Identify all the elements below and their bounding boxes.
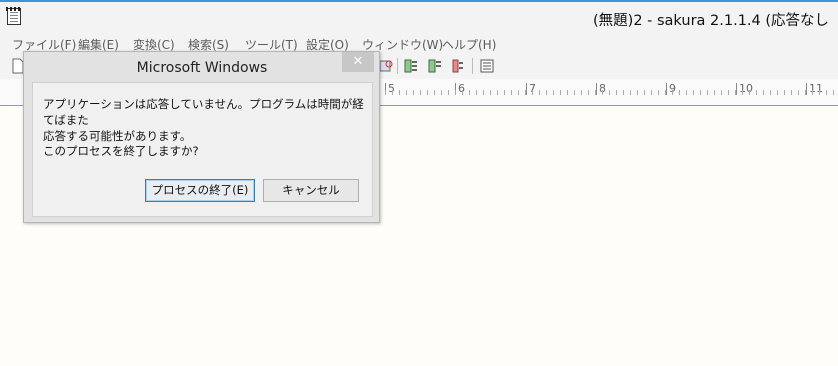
ruler-minor-tick [609, 90, 610, 95]
ruler-minor-tick [469, 90, 470, 95]
ruler-minor-tick [546, 90, 547, 95]
ruler-minor-tick [602, 90, 603, 95]
ruler-minor-tick [588, 90, 589, 95]
ruler-minor-tick [798, 90, 799, 95]
dialog-body: アプリケーションは応答していません。プログラムは時間が経てばまた 応答する可能性… [32, 82, 373, 217]
dialog-title: Microsoft Windows [136, 60, 268, 76]
ruler-minor-tick [791, 90, 792, 95]
ruler-minor-tick [700, 90, 701, 95]
ruler-minor-tick [714, 90, 715, 95]
ruler-minor-tick [455, 90, 456, 95]
ruler-minor-tick [721, 90, 722, 95]
ruler-minor-tick [539, 90, 540, 95]
ruler-minor-tick [756, 90, 757, 95]
ruler-tick [806, 83, 807, 95]
ruler-minor-tick [462, 90, 463, 95]
compare-icon[interactable] [427, 58, 443, 74]
ruler-minor-tick [644, 90, 645, 95]
ruler-minor-tick [553, 90, 554, 95]
ruler-minor-tick [665, 90, 666, 95]
end-process-button[interactable]: プロセスの終了(E) [145, 179, 255, 202]
ruler-minor-tick [833, 90, 834, 95]
ruler-minor-tick [434, 90, 435, 95]
ruler-minor-tick [560, 90, 561, 95]
ruler-minor-tick [623, 90, 624, 95]
ruler-minor-tick [749, 90, 750, 95]
ruler-minor-tick [735, 90, 736, 95]
tag-jump-icon[interactable] [450, 58, 466, 74]
outline-icon[interactable] [403, 58, 419, 74]
ruler-minor-tick [651, 90, 652, 95]
ruler-minor-tick [483, 90, 484, 95]
ruler-minor-tick [532, 90, 533, 95]
ruler-minor-tick [728, 90, 729, 95]
toolbar-separator [472, 58, 473, 74]
title-bar[interactable]: (無題)2 - sakura 2.1.1.4 (応答なし [0, 2, 838, 34]
ruler-minor-tick [595, 90, 596, 95]
ruler-minor-tick [574, 90, 575, 95]
ruler-minor-tick [777, 90, 778, 95]
ruler-minor-tick [518, 90, 519, 95]
dialog-question: このプロセスを終了しますか? [43, 144, 199, 158]
menu-help[interactable]: ヘルプ(H) [442, 36, 496, 53]
ruler-minor-tick [525, 90, 526, 95]
ruler-minor-tick [784, 90, 785, 95]
ruler-minor-tick [385, 90, 386, 95]
ruler-minor-tick [693, 90, 694, 95]
ruler-minor-tick [819, 90, 820, 95]
ruler-tick [526, 83, 527, 95]
ruler-minor-tick [567, 90, 568, 95]
ruler-minor-tick [476, 90, 477, 95]
ruler-minor-tick [420, 90, 421, 95]
ruler-minor-tick [504, 90, 505, 95]
ruler-minor-tick [742, 90, 743, 95]
not-responding-dialog: Microsoft Windows ✕ アプリケーションは応答していません。プロ… [23, 51, 380, 223]
ruler-minor-tick [581, 90, 582, 95]
notepad-icon[interactable] [6, 7, 22, 25]
ruler-minor-tick [658, 90, 659, 95]
ruler-minor-tick [399, 90, 400, 95]
ruler-tick [666, 83, 667, 95]
close-icon: ✕ [352, 54, 364, 69]
window-title: (無題)2 - sakura 2.1.1.4 (応答なし [593, 13, 830, 29]
ruler-minor-tick [812, 90, 813, 95]
ruler-minor-tick [763, 90, 764, 95]
ruler-minor-tick [679, 90, 680, 95]
ruler-minor-tick [490, 90, 491, 95]
ruler-minor-tick [616, 90, 617, 95]
cancel-button[interactable]: キャンセル [263, 179, 359, 202]
ruler-minor-tick [672, 90, 673, 95]
ruler-minor-tick [637, 90, 638, 95]
ruler-minor-tick [406, 90, 407, 95]
ruler-minor-tick [413, 90, 414, 95]
dialog-message: アプリケーションは応答していません。プログラムは時間が経てばまた 応答する可能性… [43, 96, 373, 144]
ruler-minor-tick [427, 90, 428, 95]
window-list-icon[interactable] [479, 58, 495, 74]
ruler-minor-tick [448, 90, 449, 95]
ruler-minor-tick [770, 90, 771, 95]
grep-icon[interactable] [378, 58, 394, 74]
ruler-tick [596, 83, 597, 95]
ruler-minor-tick [392, 90, 393, 95]
toolbar-separator [397, 58, 398, 74]
ruler-minor-tick [511, 90, 512, 95]
dialog-message-line: アプリケーションは応答していません。プログラムは時間が経てばまた [43, 97, 364, 127]
ruler-tick [736, 83, 737, 95]
dialog-message-line: 応答する可能性があります。 [43, 129, 192, 143]
ruler-minor-tick [826, 90, 827, 95]
ruler-minor-tick [707, 90, 708, 95]
ruler-minor-tick [497, 90, 498, 95]
ruler-minor-tick [805, 90, 806, 95]
ruler-minor-tick [686, 90, 687, 95]
close-button[interactable]: ✕ [342, 52, 374, 72]
ruler-minor-tick [441, 90, 442, 95]
ruler-minor-tick [630, 90, 631, 95]
